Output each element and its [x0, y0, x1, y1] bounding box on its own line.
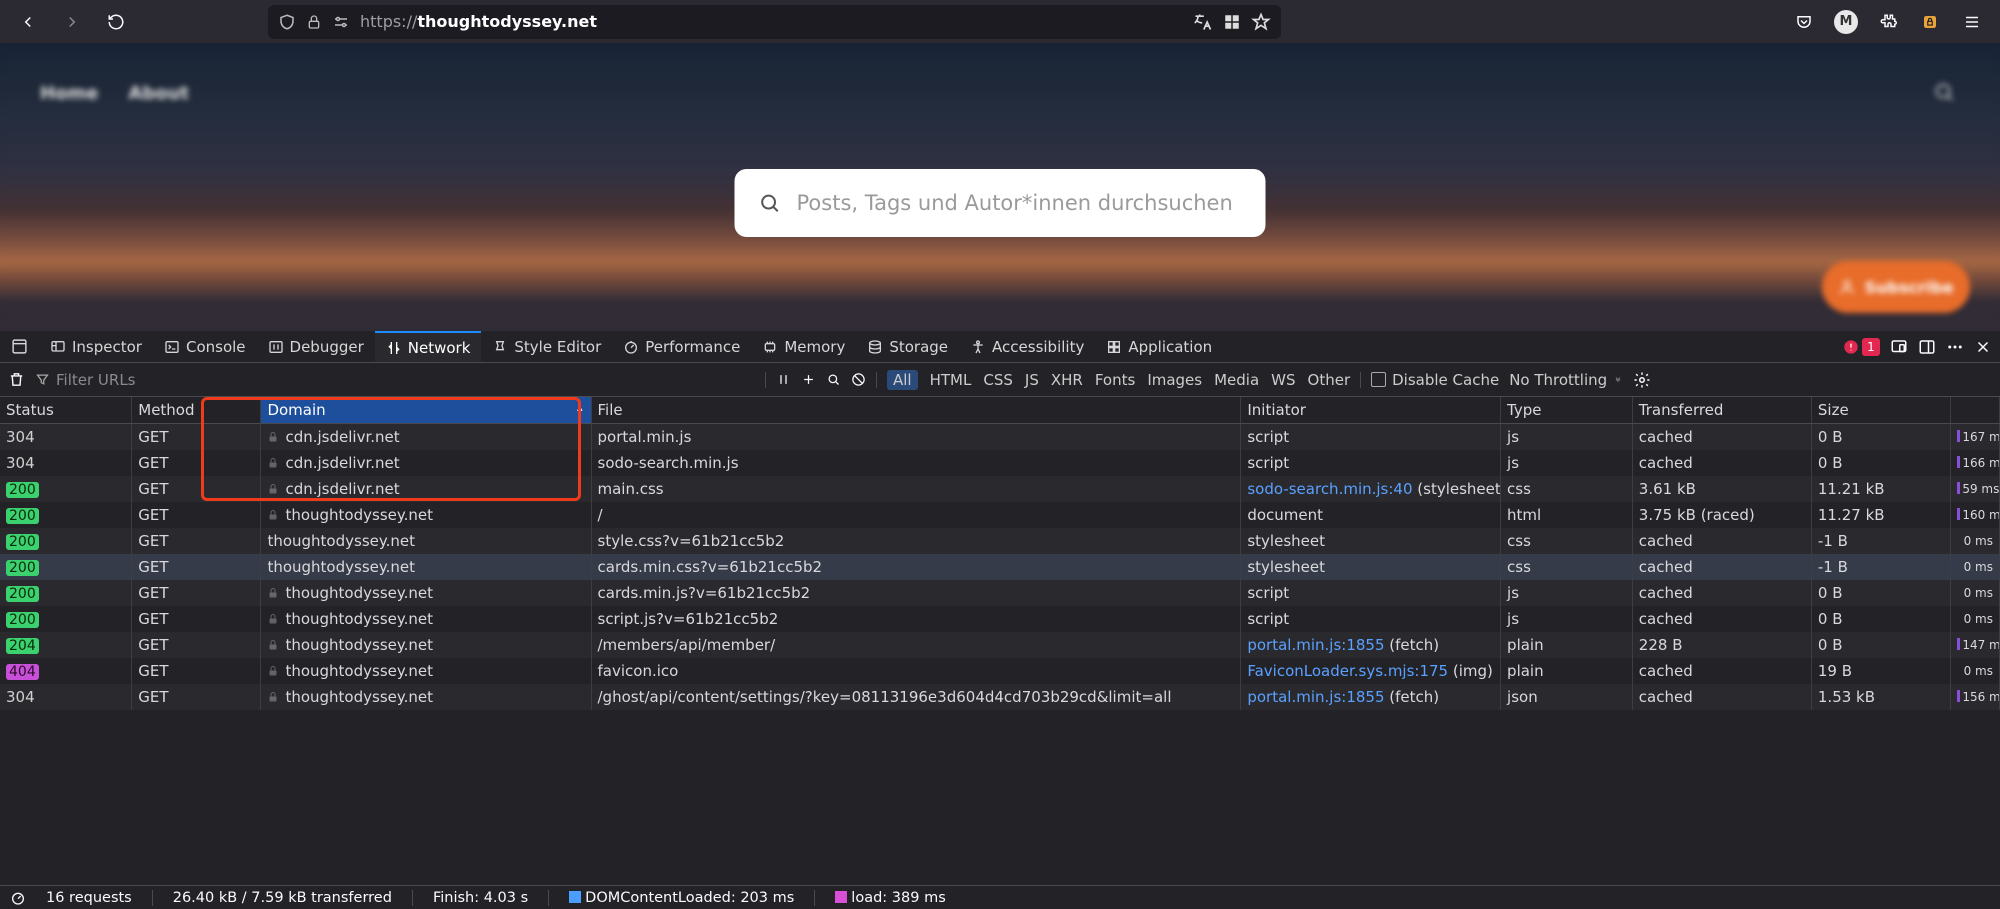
error-indicator[interactable]: 1 [1843, 338, 1880, 356]
col-size[interactable]: Size [1811, 397, 1950, 424]
search-box[interactable] [735, 169, 1266, 237]
col-waterfall[interactable] [1951, 397, 2000, 424]
tab-accessibility[interactable]: Accessibility [959, 331, 1095, 362]
col-transferred[interactable]: Transferred [1632, 397, 1811, 424]
filter-html[interactable]: HTML [930, 371, 972, 389]
type-filters: All HTML CSS JS XHR Fonts Images Media W… [887, 370, 1350, 390]
pause-icon[interactable] [776, 372, 791, 387]
table-row[interactable]: 200GETthoughtodyssey.netcards.min.css?v=… [0, 554, 2000, 580]
clear-icon[interactable] [8, 371, 25, 388]
status-load: load: 389 ms [835, 890, 945, 906]
throttling-select[interactable]: No Throttling [1509, 371, 1623, 389]
block-icon[interactable] [851, 372, 866, 387]
bookmark-star-icon[interactable] [1251, 12, 1271, 32]
url-bar[interactable]: https://thoughtodyssey.net [268, 5, 1281, 39]
tab-memory[interactable]: Memory [751, 331, 856, 362]
grid-icon[interactable] [1223, 13, 1241, 31]
nav-home[interactable]: Home [40, 83, 98, 104]
table-row[interactable]: 200GETthoughtodyssey.netcards.min.js?v=6… [0, 580, 2000, 606]
close-devtools-icon[interactable] [1974, 338, 1992, 356]
table-row[interactable]: 200GETthoughtodyssey.net/documenthtml3.7… [0, 502, 2000, 528]
devtools: Inspector Console Debugger Network Style… [0, 331, 2000, 909]
permissions-icon [332, 13, 350, 31]
responsive-mode-icon[interactable] [1890, 338, 1908, 356]
subscribe-button[interactable]: Subscribe [1822, 261, 1970, 313]
status-transferred: 26.40 kB / 7.59 kB transferred [173, 890, 392, 906]
network-status-bar: 16 requests 26.40 kB / 7.59 kB transferr… [0, 885, 2000, 909]
table-header[interactable]: Status Method Domain File Initiator Type… [0, 397, 2000, 424]
col-type[interactable]: Type [1501, 397, 1633, 424]
filter-js[interactable]: JS [1025, 371, 1039, 389]
col-domain[interactable]: Domain [261, 397, 591, 424]
table-row[interactable]: 200GETcdn.jsdelivr.netmain.csssodo-searc… [0, 476, 2000, 502]
add-icon[interactable] [801, 372, 816, 387]
site-nav: Home About [40, 83, 189, 104]
network-toolbar: All HTML CSS JS XHR Fonts Images Media W… [0, 363, 2000, 397]
back-button[interactable] [10, 4, 46, 40]
col-method[interactable]: Method [132, 397, 261, 424]
url-text: https://thoughtodyssey.net [360, 12, 1183, 31]
forward-button[interactable] [54, 4, 90, 40]
tab-performance[interactable]: Performance [612, 331, 751, 362]
disable-cache-checkbox[interactable]: Disable Cache [1371, 371, 1499, 389]
search-icon [759, 192, 781, 214]
table-row[interactable]: 200GETthoughtodyssey.netstyle.css?v=61b2… [0, 528, 2000, 554]
tab-inspector[interactable]: Inspector [39, 331, 153, 362]
site-search-icon[interactable] [1933, 81, 1955, 103]
person-icon [1838, 278, 1856, 296]
filter-ws[interactable]: WS [1271, 371, 1295, 389]
reload-button[interactable] [98, 4, 134, 40]
status-requests: 16 requests [46, 890, 132, 906]
table-row[interactable]: 200GETthoughtodyssey.netscript.js?v=61b2… [0, 606, 2000, 632]
table-row[interactable]: 304GETthoughtodyssey.net/ghost/api/conte… [0, 684, 2000, 710]
filter-images[interactable]: Images [1147, 371, 1202, 389]
table-row[interactable]: 304GETcdn.jsdelivr.netportal.min.jsscrip… [0, 424, 2000, 451]
status-finish: Finish: 4.03 s [433, 890, 528, 906]
dock-picker-icon[interactable] [0, 331, 39, 362]
dock-side-icon[interactable] [1918, 338, 1936, 356]
tab-storage[interactable]: Storage [856, 331, 959, 362]
translate-icon[interactable] [1193, 12, 1213, 32]
tab-style-editor[interactable]: Style Editor [481, 331, 612, 362]
extensions-icon[interactable] [1870, 4, 1906, 40]
search-requests-icon[interactable] [826, 372, 841, 387]
tab-console[interactable]: Console [153, 331, 257, 362]
search-input[interactable] [797, 191, 1242, 215]
filter-other[interactable]: Other [1308, 371, 1351, 389]
network-table[interactable]: Status Method Domain File Initiator Type… [0, 397, 2000, 885]
nav-about[interactable]: About [128, 83, 189, 104]
browser-toolbar: https://thoughtodyssey.net M [0, 0, 2000, 43]
filter-fonts[interactable]: Fonts [1095, 371, 1135, 389]
col-file[interactable]: File [591, 397, 1241, 424]
account-icon[interactable]: M [1828, 4, 1864, 40]
perf-icon[interactable] [10, 890, 26, 906]
devtools-tabs: Inspector Console Debugger Network Style… [0, 331, 2000, 363]
app-menu-icon[interactable] [1954, 4, 1990, 40]
shield-icon [278, 13, 296, 31]
tab-application[interactable]: Application [1095, 331, 1223, 362]
settings-gear-icon[interactable] [1633, 371, 1651, 389]
table-row[interactable]: 304GETcdn.jsdelivr.netsodo-search.min.js… [0, 450, 2000, 476]
status-dcl: DOMContentLoaded: 203 ms [569, 890, 794, 906]
filter-all[interactable]: All [887, 370, 918, 390]
table-row[interactable]: 204GETthoughtodyssey.net/members/api/mem… [0, 632, 2000, 658]
more-icon[interactable] [1946, 338, 1964, 356]
filter-media[interactable]: Media [1214, 371, 1259, 389]
filter-icon [35, 372, 50, 387]
tab-network[interactable]: Network [375, 331, 482, 362]
lock-icon [306, 14, 322, 30]
col-initiator[interactable]: Initiator [1241, 397, 1501, 424]
col-status[interactable]: Status [0, 397, 132, 424]
filter-css[interactable]: CSS [983, 371, 1013, 389]
table-row[interactable]: 404GETthoughtodyssey.netfavicon.icoFavic… [0, 658, 2000, 684]
subscribe-label: Subscribe [1864, 278, 1953, 297]
filter-xhr[interactable]: XHR [1051, 371, 1083, 389]
tab-debugger[interactable]: Debugger [257, 331, 375, 362]
filter-input[interactable] [56, 371, 250, 389]
security-badge-icon[interactable] [1912, 4, 1948, 40]
pocket-icon[interactable] [1786, 4, 1822, 40]
webpage-viewport: Home About Subscribe [0, 43, 2000, 331]
